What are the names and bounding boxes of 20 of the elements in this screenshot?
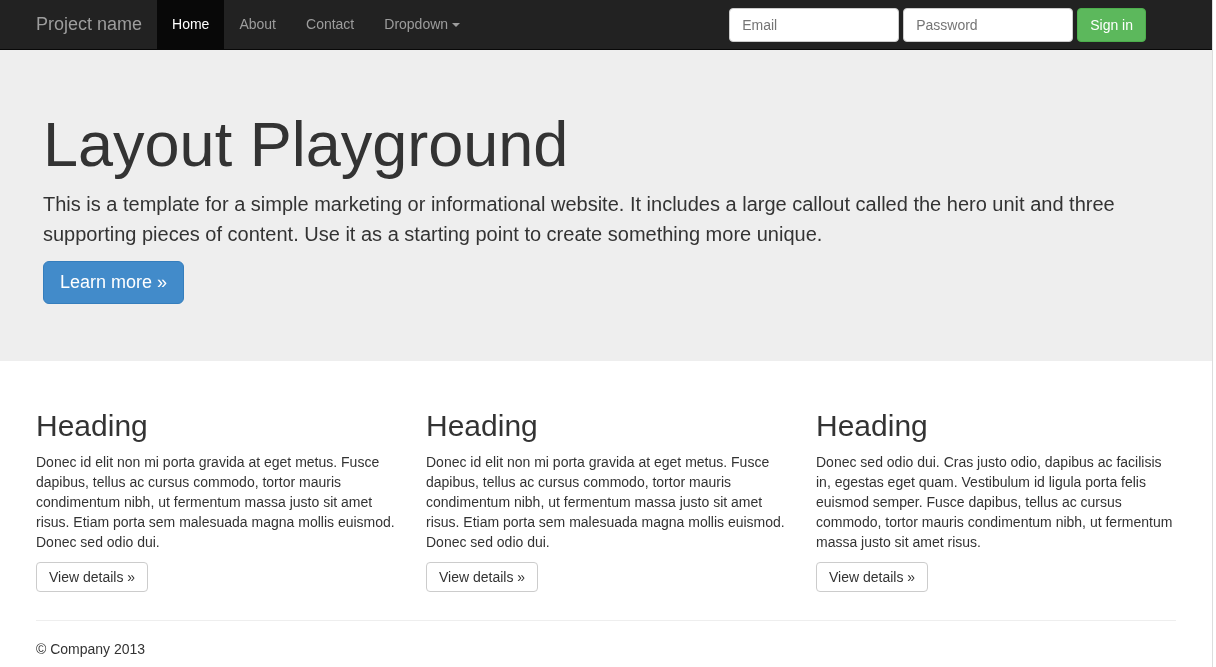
nav-link[interactable]: Contact bbox=[291, 0, 370, 49]
view-details-button[interactable]: View details » bbox=[426, 562, 539, 593]
column-text: Donec id elit non mi porta gravida at eget metus. Fusce dapibus, tellus ac cursus commodo, tortor mauris condimentum nibh, ut fermentum massa justo sit amet risus. Etiam porta sem malesuada magna mollis euismod. Donec sed odio dui. bbox=[426, 453, 786, 553]
email-field[interactable]: Email bbox=[729, 7, 900, 42]
column-heading: Heading bbox=[816, 409, 929, 443]
footer-text: © Company 2013 bbox=[36, 641, 147, 658]
hero-text: This is a template for a simple marketing or informational website. It includes a large callout called the hero unit and three supporting pieces of content. Use it as a starting point to create something more unique. bbox=[43, 192, 1116, 248]
column-text: Donec sed odio dui. Cras justo odio, dapibus ac facilisis in, egestas eget quam. Vestibulum id ligula porta felis euismod semper. Fusce dapibus, tellus ac cursus commodo, tortor mauris condimentum nibh, ut fermentum massa justo sit amet risus. bbox=[816, 453, 1174, 553]
hero-title: Layout Playground bbox=[43, 110, 570, 180]
password-field[interactable]: Password bbox=[903, 7, 1074, 42]
nav-link[interactable]: Dropdown bbox=[369, 0, 476, 49]
brand-link[interactable]: Project name bbox=[36, 0, 158, 49]
column-heading: Heading bbox=[36, 409, 149, 443]
column-text: Donec id elit non mi porta gravida at eget metus. Fusce dapibus, tellus ac cursus commodo, tortor mauris condimentum nibh, ut fermentum massa justo sit amet risus. Etiam porta sem malesuada magna mollis euismod. Donec sed odio dui. bbox=[36, 453, 396, 553]
nav-link[interactable]: About bbox=[224, 0, 291, 49]
view-details-button[interactable]: View details » bbox=[816, 562, 929, 593]
nav-link[interactable]: Home bbox=[157, 0, 225, 49]
column-heading: Heading bbox=[426, 409, 539, 443]
view-details-button[interactable]: View details » bbox=[36, 562, 149, 593]
learn-more-button[interactable]: Learn more » bbox=[43, 261, 185, 305]
